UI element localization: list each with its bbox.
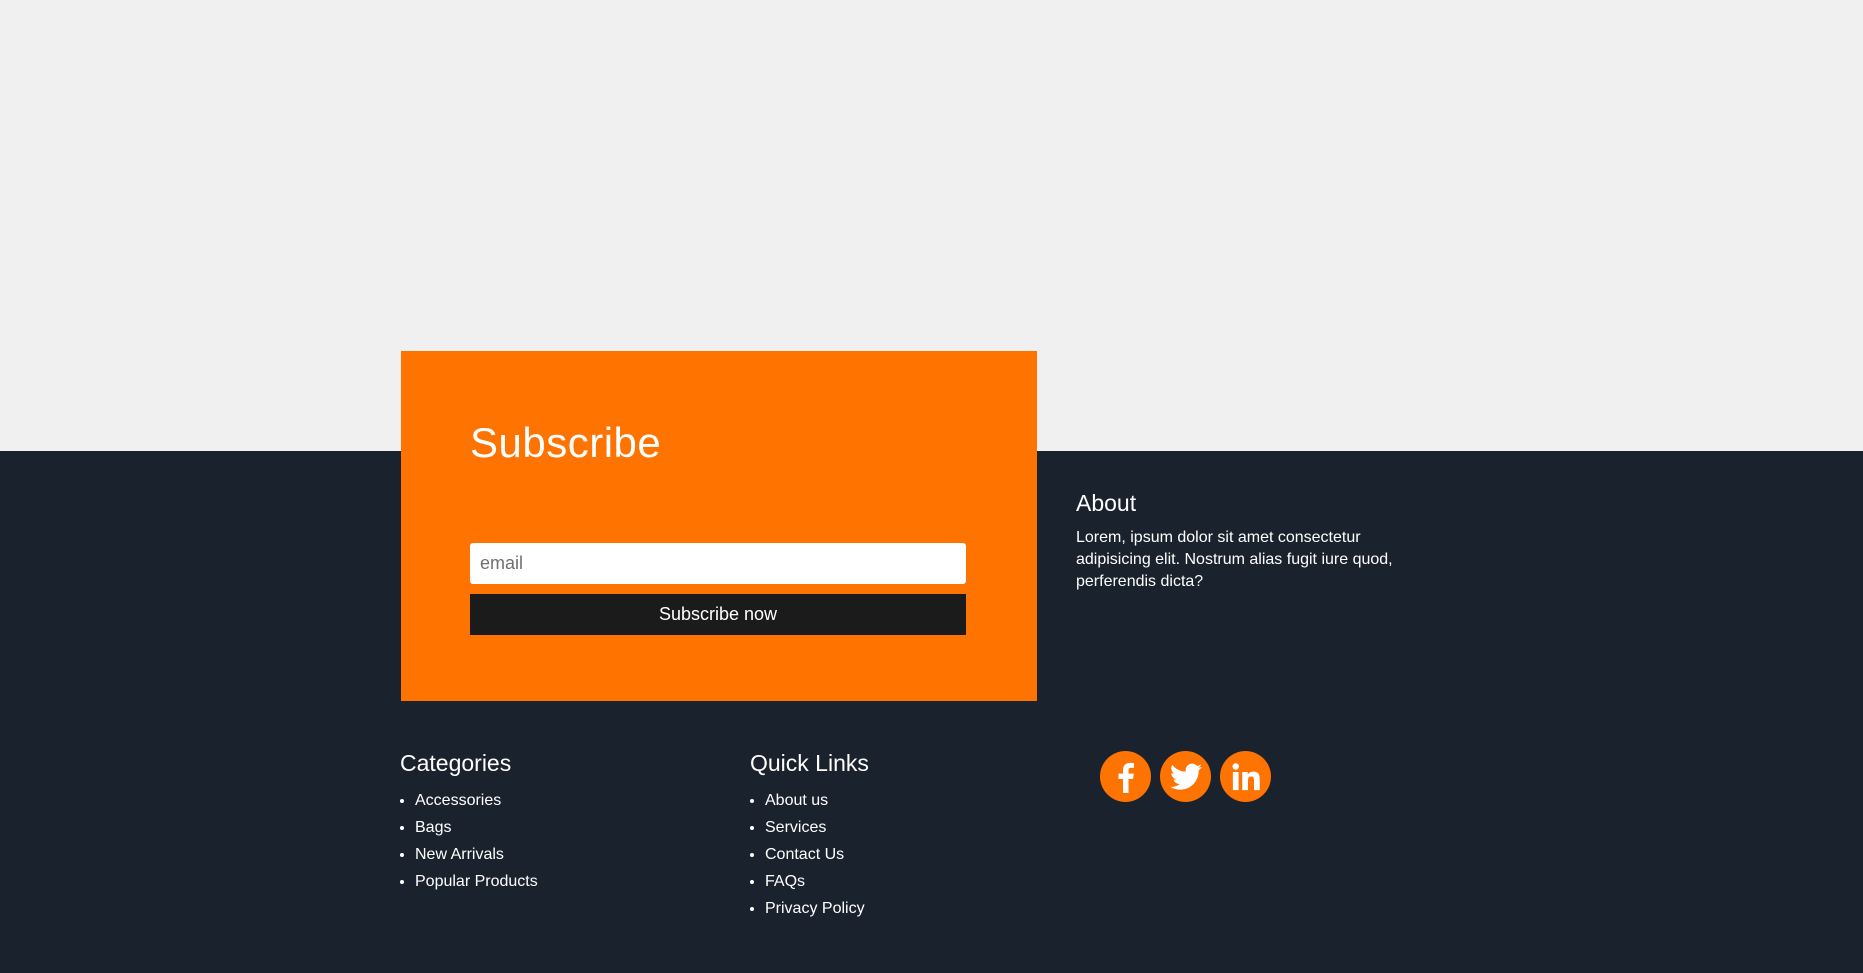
facebook-button[interactable] bbox=[1100, 751, 1151, 802]
subscribe-panel: Subscribe Subscribe now bbox=[401, 351, 1037, 701]
categories-list: Accessories Bags New Arrivals Popular Pr… bbox=[400, 787, 538, 895]
about-text: Lorem, ipsum dolor sit amet consectetur … bbox=[1076, 529, 1393, 590]
list-item: Privacy Policy bbox=[765, 895, 869, 922]
categories-section: Categories Accessories Bags New Arrivals… bbox=[400, 750, 538, 895]
linkedin-icon bbox=[1231, 762, 1261, 792]
subscribe-title: Subscribe bbox=[470, 419, 662, 466]
facebook-icon bbox=[1112, 761, 1140, 793]
list-item: Contact Us bbox=[765, 841, 869, 868]
quick-link-contact-us[interactable]: Contact Us bbox=[765, 846, 844, 863]
email-field[interactable] bbox=[470, 543, 966, 584]
about-title: About bbox=[1076, 490, 1137, 516]
twitter-icon bbox=[1169, 763, 1202, 791]
quick-link-about-us[interactable]: About us bbox=[765, 792, 828, 809]
list-item: Services bbox=[765, 814, 869, 841]
category-link-accessories[interactable]: Accessories bbox=[415, 792, 501, 809]
about-section: About Lorem, ipsum dolor sit amet consec… bbox=[1076, 490, 1436, 593]
list-item: Bags bbox=[415, 814, 538, 841]
category-link-new-arrivals[interactable]: New Arrivals bbox=[415, 846, 504, 863]
category-link-popular-products[interactable]: Popular Products bbox=[415, 873, 538, 890]
quick-links-title: Quick Links bbox=[750, 750, 869, 776]
quick-links-list: About us Services Contact Us FAQs Privac… bbox=[750, 787, 869, 922]
categories-title: Categories bbox=[400, 750, 512, 776]
list-item: About us bbox=[765, 787, 869, 814]
quick-link-privacy-policy[interactable]: Privacy Policy bbox=[765, 900, 865, 917]
list-item: Popular Products bbox=[415, 868, 538, 895]
list-item: New Arrivals bbox=[415, 841, 538, 868]
twitter-button[interactable] bbox=[1160, 751, 1211, 802]
list-item: Accessories bbox=[415, 787, 538, 814]
social-links bbox=[1100, 751, 1271, 802]
quick-link-services[interactable]: Services bbox=[765, 819, 826, 836]
list-item: FAQs bbox=[765, 868, 869, 895]
quick-links-section: Quick Links About us Services Contact Us… bbox=[750, 750, 869, 922]
category-link-bags[interactable]: Bags bbox=[415, 819, 451, 836]
linkedin-button[interactable] bbox=[1220, 751, 1271, 802]
quick-link-faqs[interactable]: FAQs bbox=[765, 873, 805, 890]
subscribe-button[interactable]: Subscribe now bbox=[470, 594, 966, 635]
